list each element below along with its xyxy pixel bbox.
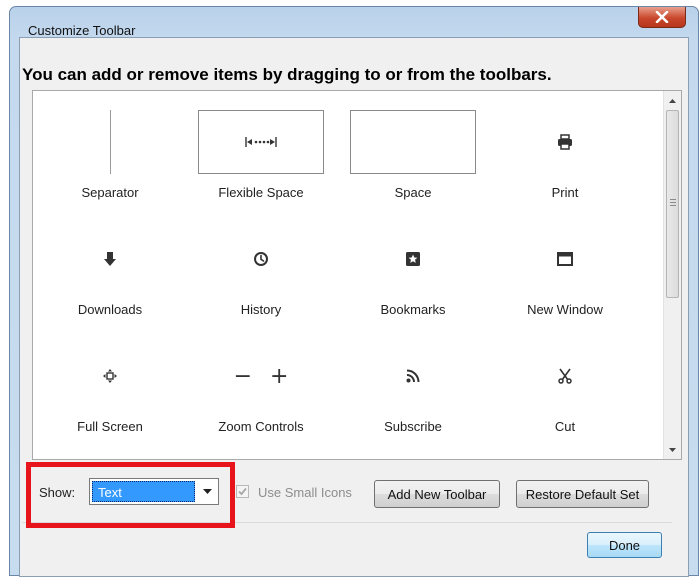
- palette-item-label: Separator: [81, 185, 139, 200]
- palette-item-label: Print: [551, 185, 579, 200]
- scroll-down-button[interactable]: [664, 441, 681, 458]
- grip-icon: [670, 199, 676, 208]
- palette-item-new-window[interactable]: New Window: [500, 218, 630, 328]
- palette-item-subscribe[interactable]: Subscribe: [348, 335, 478, 445]
- flexible-space-box: [198, 110, 324, 174]
- print-icon: [558, 134, 572, 150]
- palette-item-downloads[interactable]: Downloads: [45, 218, 175, 328]
- palette-item-label: Bookmarks: [380, 302, 446, 317]
- highlight-box: [26, 462, 235, 528]
- chevron-up-icon: [669, 98, 676, 103]
- palette-item-label: Zoom Controls: [218, 419, 304, 434]
- palette-item-label: Space: [394, 185, 432, 200]
- palette-scrollbar[interactable]: [663, 91, 681, 459]
- palette-item-cut[interactable]: Cut: [500, 335, 630, 445]
- palette-item-label: New Window: [527, 302, 603, 317]
- window-title: Customize Toolbar: [28, 23, 136, 38]
- palette-item-label: Full Screen: [77, 419, 143, 434]
- download-icon: [104, 252, 116, 266]
- palette-item-label: Downloads: [77, 302, 143, 317]
- zoom-out-icon: −: [233, 363, 252, 389]
- done-button[interactable]: Done: [587, 532, 662, 558]
- fullscreen-icon: [103, 369, 117, 383]
- palette-item-history[interactable]: History: [196, 218, 326, 328]
- palette-item-space[interactable]: Space: [348, 101, 478, 211]
- space-box: [350, 110, 476, 174]
- palette-item-label: History: [240, 302, 282, 317]
- close-button[interactable]: [638, 7, 686, 28]
- close-icon: [655, 11, 669, 23]
- palette-item-zoom-controls[interactable]: − + Zoom Controls: [196, 335, 326, 445]
- add-new-toolbar-button[interactable]: Add New Toolbar: [374, 480, 500, 508]
- zoom-in-icon: +: [270, 363, 289, 389]
- checkmark-icon: [238, 487, 247, 496]
- rss-icon: [406, 369, 420, 383]
- restore-default-set-button[interactable]: Restore Default Set: [516, 480, 649, 508]
- palette-item-bookmarks[interactable]: Bookmarks: [348, 218, 478, 328]
- palette-item-label: Flexible Space: [218, 185, 304, 200]
- use-small-icons-checkbox[interactable]: [236, 485, 249, 498]
- clock-icon: [254, 252, 268, 266]
- zoom-controls-icon: − +: [196, 343, 326, 409]
- palette-item-full-screen[interactable]: Full Screen: [45, 335, 175, 445]
- use-small-icons-label: Use Small Icons: [258, 485, 352, 500]
- new-window-icon: [557, 252, 573, 266]
- scroll-thumb[interactable]: [666, 110, 679, 298]
- palette-item-separator[interactable]: Separator: [45, 101, 175, 211]
- toolbar-item-palette[interactable]: Separator Flexible Space Space Print Dow…: [32, 90, 682, 460]
- scroll-up-button[interactable]: [664, 92, 681, 109]
- flexible-space-icon: [245, 137, 277, 147]
- palette-item-flexible-space[interactable]: Flexible Space: [196, 101, 326, 211]
- palette-item-label: Cut: [554, 419, 576, 434]
- chevron-down-icon: [669, 447, 676, 452]
- scissors-icon: [558, 368, 572, 384]
- bookmark-star-icon: [406, 252, 420, 266]
- palette-item-print[interactable]: Print: [500, 101, 630, 211]
- separator-line: [109, 110, 111, 174]
- title-bar[interactable]: Customize Toolbar: [10, 7, 698, 38]
- palette-item-label: Subscribe: [384, 419, 442, 434]
- instructions-text: You can add or remove items by dragging …: [22, 65, 552, 84]
